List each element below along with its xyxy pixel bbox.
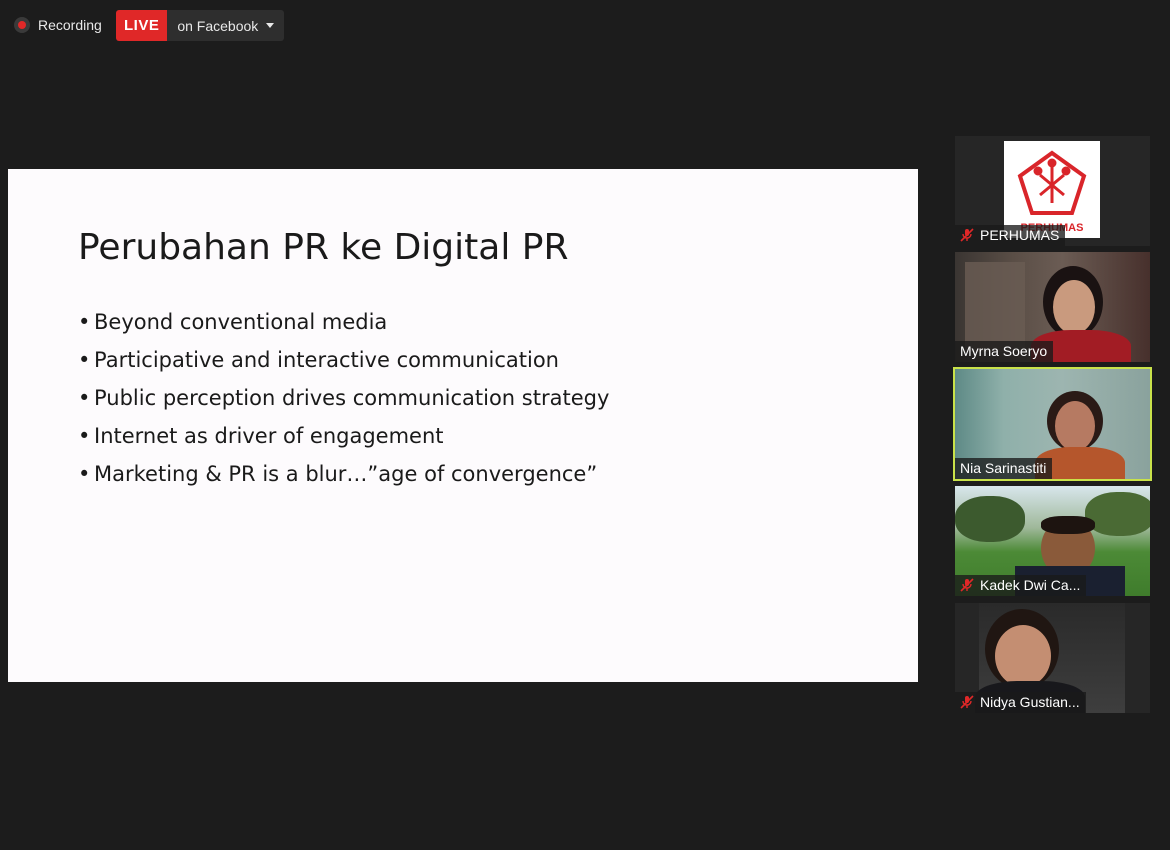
record-icon (14, 17, 30, 33)
recording-indicator[interactable]: Recording (8, 10, 110, 40)
participant-name: Nidya Gustian... (980, 694, 1080, 710)
participant-name-tag: PERHUMAS (955, 225, 1066, 246)
participant-name: Kadek Dwi Ca... (980, 577, 1081, 593)
participant-name: Nia Sarinastiti (960, 460, 1047, 476)
recording-label: Recording (38, 17, 102, 33)
perhumas-emblem-icon: PERHUMAS (1017, 150, 1087, 234)
slide-bullet-list: • Beyond conventional media • Participativ… (78, 307, 609, 497)
participant-name-tag: Nidya Gustian... (955, 692, 1086, 713)
slide-bullet: • Internet as driver of engagement (78, 424, 444, 448)
participant-name: Myrna Soeryo (960, 343, 1048, 359)
participant-name: PERHUMAS (980, 227, 1060, 243)
slide-title: Perubahan PR ke Digital PR (78, 227, 569, 268)
mic-muted-icon (960, 578, 974, 592)
mic-muted-icon (960, 695, 974, 709)
participant-name-tag: Nia Sarinastiti (955, 458, 1053, 479)
slide-bullet: • Participative and interactive communica… (78, 348, 559, 372)
live-badge: LIVE (116, 10, 168, 41)
live-stream-control[interactable]: LIVE on Facebook (116, 10, 285, 41)
participant-tile-kadek[interactable]: Kadek Dwi Ca... (955, 486, 1150, 596)
participant-tile-perhumas[interactable]: PERHUMAS PERHUMAS (955, 136, 1150, 246)
live-target-label: on Facebook (177, 17, 259, 34)
participant-tile-nia-active-speaker[interactable]: Nia Sarinastiti (953, 367, 1152, 481)
slide-bullet: • Beyond conventional media (78, 310, 388, 334)
slide-bullet: • Marketing & PR is a blur…”age of conver… (78, 462, 598, 486)
participant-tile-myrna[interactable]: Myrna Soeryo (955, 252, 1150, 362)
perhumas-logo: PERHUMAS (1004, 141, 1100, 238)
mic-muted-icon (960, 228, 974, 242)
participant-name-tag: Kadek Dwi Ca... (955, 575, 1087, 596)
participant-tile-nidya[interactable]: Nidya Gustian... (955, 603, 1150, 713)
live-target-dropdown[interactable]: on Facebook (167, 10, 285, 41)
slide-bullet: • Public perception drives communication … (78, 386, 610, 410)
chevron-down-icon (266, 23, 275, 28)
participant-name-tag: Myrna Soeryo (955, 341, 1054, 362)
shared-screen-slide: Perubahan PR ke Digital PR • Beyond conve… (8, 169, 918, 682)
